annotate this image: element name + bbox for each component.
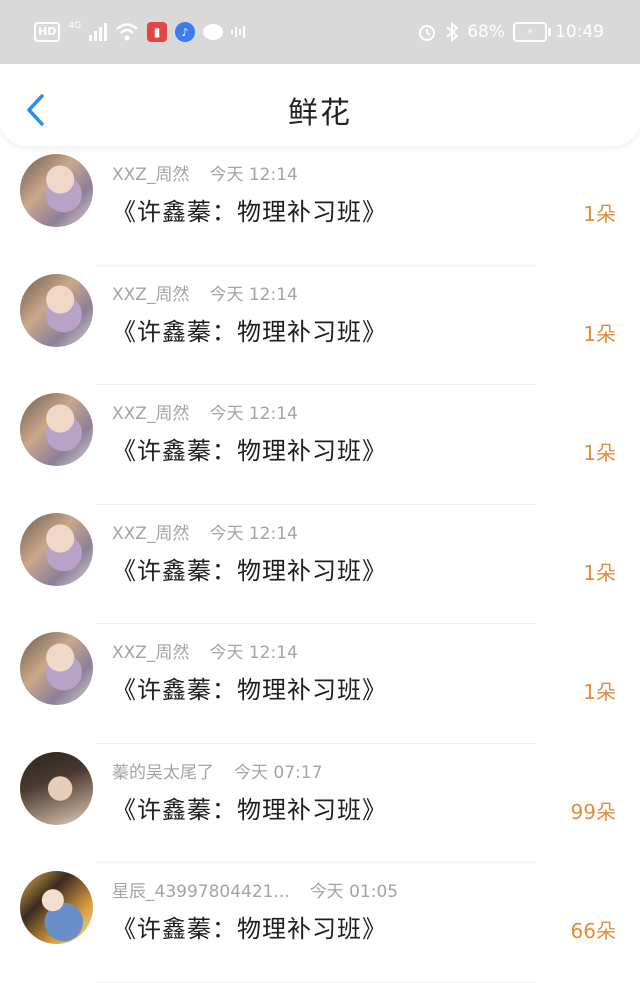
voice-icon bbox=[231, 26, 246, 38]
avatar[interactable] bbox=[20, 751, 93, 825]
book-title[interactable]: 《许鑫蓁：物理补习班》 bbox=[112, 312, 387, 347]
flower-count: 1朵 bbox=[583, 441, 616, 465]
signal-icon bbox=[89, 23, 108, 41]
item-meta: XXZ_周然 今天 12:14 bbox=[112, 399, 298, 424]
sender-name[interactable]: XXZ_周然 bbox=[112, 519, 189, 544]
avatar[interactable] bbox=[20, 871, 93, 944]
music-app-icon: ♪ bbox=[175, 22, 196, 42]
flower-count: 1朵 bbox=[583, 560, 616, 585]
divider bbox=[96, 981, 536, 983]
header: 鲜花 bbox=[0, 64, 640, 146]
sender-name[interactable]: XXZ_周然 bbox=[112, 399, 189, 424]
item-meta: XXZ_周然 今天 12:14 bbox=[112, 280, 298, 305]
list-item[interactable]: XXZ_周然 今天 12:14 《许鑫蓁：物理补习班》 1朵 bbox=[0, 624, 640, 744]
item-meta: 蓁的吴太尾了 今天 07:17 bbox=[112, 758, 322, 783]
flower-count: 1朵 bbox=[583, 321, 616, 346]
book-title[interactable]: 《许鑫蓁：物理补习班》 bbox=[112, 551, 387, 586]
battery-icon: ⚡ bbox=[513, 22, 551, 42]
send-time: 今天 12:14 bbox=[209, 404, 298, 424]
list-item[interactable]: XXZ_周然 今天 12:14 《许鑫蓁：物理补习班》 1朵 bbox=[0, 266, 640, 385]
bluetooth-icon bbox=[446, 22, 459, 42]
sender-name[interactable]: XXZ_周然 bbox=[112, 638, 189, 663]
avatar[interactable] bbox=[20, 393, 93, 466]
sender-name[interactable]: 蓁的吴太尾了 bbox=[112, 758, 214, 783]
status-bar: HD 4G ▮ ♪ 68% ⚡ 10:49 bbox=[0, 0, 640, 64]
book-title[interactable]: 《许鑫蓁：物理补习班》 bbox=[112, 790, 387, 825]
sender-name[interactable]: XXZ_周然 bbox=[112, 280, 189, 305]
sender-name[interactable]: XXZ_周然 bbox=[112, 160, 189, 185]
send-time: 今天 12:14 bbox=[209, 643, 298, 663]
hd-icon: HD bbox=[34, 22, 61, 42]
message-icon bbox=[203, 24, 224, 40]
status-right: 68% ⚡ 10:49 bbox=[417, 20, 604, 44]
send-time: 今天 12:14 bbox=[209, 284, 298, 305]
network-type: 4G bbox=[68, 21, 82, 31]
book-title[interactable]: 《许鑫蓁：物理补习班》 bbox=[112, 192, 387, 227]
flower-count: 1朵 bbox=[583, 680, 616, 704]
book-title[interactable]: 《许鑫蓁：物理补习班》 bbox=[112, 909, 387, 944]
item-meta: XXZ_周然 今天 12:14 bbox=[112, 160, 298, 185]
send-time: 今天 01:05 bbox=[309, 882, 399, 902]
item-meta: XXZ_周然 今天 12:14 bbox=[112, 638, 298, 663]
avatar[interactable] bbox=[20, 154, 93, 227]
sender-name[interactable]: 星辰_43997804421... bbox=[112, 877, 290, 902]
send-time: 今天 12:14 bbox=[209, 523, 298, 544]
item-meta: XXZ_周然 今天 12:14 bbox=[112, 519, 298, 544]
flower-count: 66朵 bbox=[570, 919, 616, 943]
item-meta: 星辰_43997804421... 今天 01:05 bbox=[112, 877, 398, 902]
book-title[interactable]: 《许鑫蓁：物理补习班》 bbox=[112, 431, 387, 466]
clock: 10:49 bbox=[555, 22, 604, 42]
avatar[interactable] bbox=[20, 512, 93, 586]
flower-count: 1朵 bbox=[583, 202, 616, 226]
list-item[interactable]: XXZ_周然 今天 12:14 《许鑫蓁：物理补习班》 1朵 bbox=[0, 385, 640, 505]
send-time: 今天 07:17 bbox=[234, 762, 323, 783]
list-item[interactable]: XXZ_周然 今天 12:14 《许鑫蓁：物理补习班》 1朵 bbox=[0, 146, 640, 266]
wifi-icon bbox=[116, 23, 138, 41]
battery-percent: 68% bbox=[467, 22, 505, 42]
book-title[interactable]: 《许鑫蓁：物理补习班》 bbox=[112, 670, 387, 705]
reader-app-icon: ▮ bbox=[147, 22, 168, 42]
page-title: 鲜花 bbox=[288, 96, 352, 131]
flower-count: 99朵 bbox=[570, 799, 616, 824]
list-item[interactable]: 星辰_43997804421... 今天 01:05 《许鑫蓁：物理补习班》 6… bbox=[0, 863, 640, 983]
send-time: 今天 12:14 bbox=[209, 165, 298, 185]
flower-list: XXZ_周然 今天 12:14 《许鑫蓁：物理补习班》 1朵 XXZ_周然 今天… bbox=[0, 146, 640, 983]
avatar[interactable] bbox=[20, 632, 93, 705]
list-item[interactable]: XXZ_周然 今天 12:14 《许鑫蓁：物理补习班》 1朵 bbox=[0, 505, 640, 624]
avatar[interactable] bbox=[20, 273, 93, 347]
list-item[interactable]: 蓁的吴太尾了 今天 07:17 《许鑫蓁：物理补习班》 99朵 bbox=[0, 744, 640, 863]
status-left: HD 4G ▮ ♪ bbox=[34, 20, 247, 44]
alarm-icon bbox=[419, 25, 436, 41]
